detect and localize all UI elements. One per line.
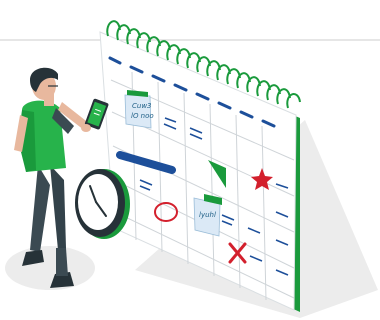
sticky-note-1-line2: lO noo <box>131 112 154 120</box>
calendar-planning-illustration: Cuw3 lO noo lyuhl <box>0 20 380 318</box>
sticky-note-1: Cuw3 lO noo <box>124 90 154 129</box>
illustration-stage: Cuw3 lO noo lyuhl <box>0 0 380 320</box>
sticky-note-2: lyuhl <box>193 194 222 237</box>
sticky-note-2-line1: lyuhl <box>199 211 216 219</box>
person-floor-shadow <box>5 246 95 290</box>
wall-clock-icon <box>75 169 130 239</box>
sticky-note-1-line1: Cuw3 <box>132 102 152 110</box>
